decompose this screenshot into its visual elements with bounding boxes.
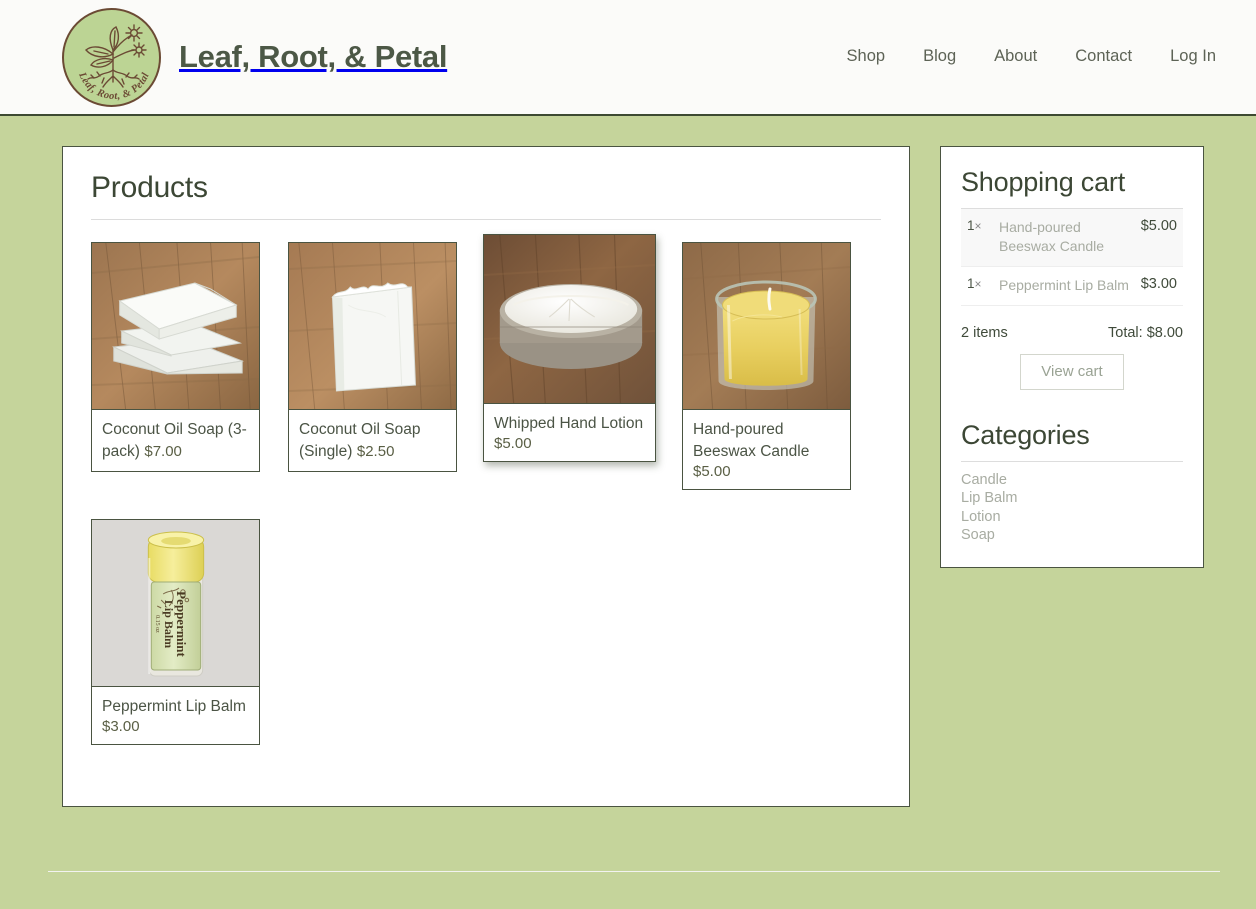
cart-item-name[interactable]: Hand-poured Beeswax Candle xyxy=(991,209,1141,267)
product-card[interactable]: Coconut Oil Soap (Single) $2.50 xyxy=(288,242,457,472)
cart-item-qty-value: 1 xyxy=(967,218,975,233)
cart-item-price: $5.00 xyxy=(1140,209,1183,267)
cart-item-count: 2 items xyxy=(961,324,1008,341)
products-panel: Products Coconut Oil Soap (3-pack) $7.00… xyxy=(62,146,910,807)
product-card[interactable]: Whipped Hand Lotion $5.00 xyxy=(483,234,656,462)
product-info: Coconut Oil Soap (3-pack) $7.00 xyxy=(92,409,259,471)
cart-item-quantity: 1× xyxy=(961,209,991,267)
product-price: $2.50 xyxy=(356,443,395,460)
product-card[interactable]: Coconut Oil Soap (3-pack) $7.00 xyxy=(91,242,260,472)
categories-widget: Categories Candle Lip Balm Lotion Soap xyxy=(961,420,1183,545)
category-item-soap[interactable]: Soap xyxy=(961,526,1183,545)
list-item: Candle xyxy=(961,471,1183,490)
product-name: Peppermint Lip Balm xyxy=(102,698,246,715)
footer-divider xyxy=(48,871,1220,872)
brand-home-link[interactable]: Leaf, Root, & Petal Leaf, Root, & Petal xyxy=(62,7,448,107)
cart-item-link[interactable]: Hand-poured Beeswax Candle xyxy=(999,219,1104,254)
product-info: Whipped Hand Lotion $5.00 xyxy=(484,403,655,461)
category-item-candle[interactable]: Candle xyxy=(961,471,1183,490)
cart-item-qty-value: 1 xyxy=(967,275,975,291)
product-name: Whipped Hand Lotion xyxy=(494,415,644,432)
nav-item-log-in[interactable]: Log In xyxy=(1170,47,1216,66)
main-nav: Shop Blog About Contact Log In xyxy=(847,47,1216,68)
cart-row: 1× Hand-poured Beeswax Candle $5.00 xyxy=(961,209,1183,267)
product-info: Hand-poured Beeswax Candle $5.00 xyxy=(683,409,850,489)
product-price: $5.00 xyxy=(494,435,532,452)
cart-summary: 2 items Total: $8.00 xyxy=(961,325,1183,341)
list-item: Lip Balm xyxy=(961,489,1183,508)
category-item-lip-balm[interactable]: Lip Balm xyxy=(961,489,1183,508)
multiply-icon: × xyxy=(974,276,982,291)
categories-divider xyxy=(961,460,1183,462)
product-info: Coconut Oil Soap (Single) $2.50 xyxy=(289,409,456,471)
category-list: Candle Lip Balm Lotion Soap xyxy=(961,471,1183,545)
svg-text:Lip Balm: Lip Balm xyxy=(162,600,176,648)
product-price: $3.00 xyxy=(102,718,140,735)
product-card[interactable]: Hand-poured Beeswax Candle $5.00 xyxy=(682,242,851,490)
nav-item-shop[interactable]: Shop xyxy=(847,47,886,66)
nav-item-blog[interactable]: Blog xyxy=(923,47,956,66)
site-footer xyxy=(0,819,1256,909)
cart-row: 1× Peppermint Lip Balm $3.00 xyxy=(961,266,1183,306)
shopping-cart-widget: Shopping cart 1× Hand-poured Beeswax Can… xyxy=(961,167,1183,390)
sidebar: Shopping cart 1× Hand-poured Beeswax Can… xyxy=(940,146,1204,568)
product-price: $7.00 xyxy=(144,443,182,460)
cart-items-table: 1× Hand-poured Beeswax Candle $5.00 1× P… xyxy=(961,209,1183,306)
categories-title: Categories xyxy=(961,419,1090,450)
cart-item-name[interactable]: Peppermint Lip Balm xyxy=(991,266,1141,306)
cart-item-quantity: 1× xyxy=(961,266,991,306)
view-cart-button[interactable]: View cart xyxy=(1020,353,1124,390)
cart-actions: View cart xyxy=(961,353,1183,390)
shopping-cart-title: Shopping cart xyxy=(961,167,1126,197)
product-image-peppermint-lip-balm: Peppermint Lip Balm 0.15 oz xyxy=(92,520,259,686)
cart-item-link[interactable]: Peppermint Lip Balm xyxy=(999,277,1129,293)
leaf-root-petal-logo-icon: Leaf, Root, & Petal xyxy=(62,7,161,107)
product-card[interactable]: Peppermint Lip Balm 0.15 oz Peppermint L… xyxy=(91,519,260,745)
product-image-coconut-oil-soap-single xyxy=(289,243,456,409)
svg-text:0.15 oz: 0.15 oz xyxy=(154,615,160,633)
site-title: Leaf, Root, & Petal xyxy=(179,39,448,74)
product-image-whipped-hand-lotion xyxy=(484,235,655,403)
nav-item-about[interactable]: About xyxy=(994,47,1037,66)
product-grid: Coconut Oil Soap (3-pack) $7.00 Coconut … xyxy=(91,234,881,745)
list-item: Lotion xyxy=(961,508,1183,527)
category-item-lotion[interactable]: Lotion xyxy=(961,508,1183,527)
product-image-hand-poured-beeswax-candle xyxy=(683,243,850,409)
site-header: Leaf, Root, & Petal Leaf, Root, & Petal … xyxy=(0,0,1256,116)
page-title-divider xyxy=(91,219,881,220)
cart-total: Total: $8.00 xyxy=(1108,324,1183,341)
svg-text:Leaf, Root, & Petal: Leaf, Root, & Petal xyxy=(76,69,152,101)
cart-item-price: $3.00 xyxy=(1140,266,1183,306)
product-price: $5.00 xyxy=(693,463,731,480)
product-image-coconut-oil-soap-3-pack xyxy=(92,243,259,409)
nav-item-contact[interactable]: Contact xyxy=(1075,47,1132,66)
product-info: Peppermint Lip Balm $3.00 xyxy=(92,686,259,744)
product-name: Hand-poured Beeswax Candle xyxy=(693,421,810,460)
multiply-icon: × xyxy=(974,219,982,233)
page-title: Products xyxy=(91,171,208,204)
list-item: Soap xyxy=(961,526,1183,545)
